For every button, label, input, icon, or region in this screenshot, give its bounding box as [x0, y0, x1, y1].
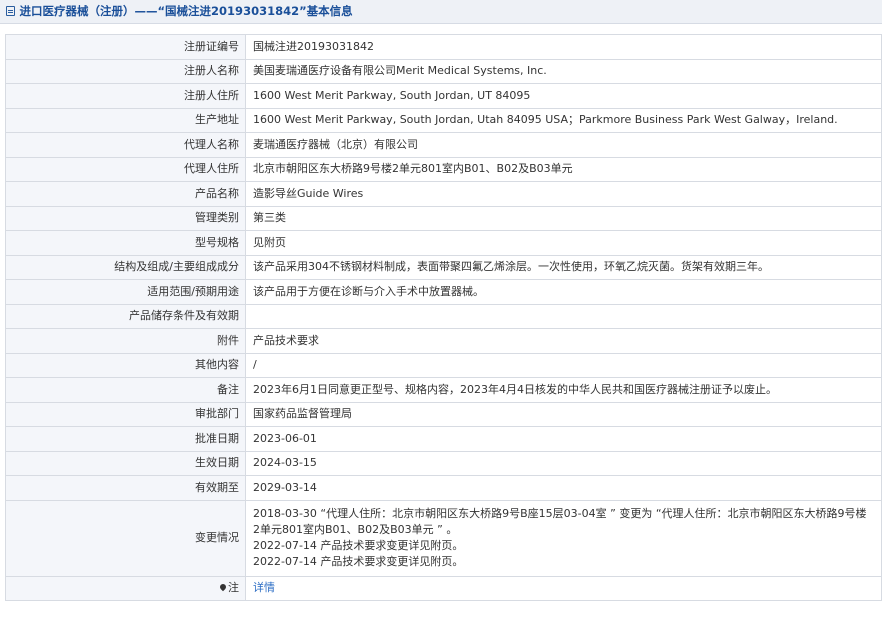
- row-label: 适用范围/预期用途: [5, 279, 246, 305]
- change-history-entry: 2022-07-14 产品技术要求变更详见附页。: [253, 555, 464, 568]
- row-value: 美国麦瑞通医疗设备有限公司Merit Medical Systems, Inc.: [245, 58, 882, 84]
- row-label: 型号规格: [5, 230, 246, 256]
- page-title-bar: 进口医疗器械（注册）——“国械注进20193031842”基本信息: [0, 0, 882, 24]
- row-label: 代理人名称: [5, 132, 246, 158]
- table-row: 有效期至 2029-03-14: [5, 475, 882, 501]
- table-row: 产品名称 造影导丝Guide Wires: [5, 181, 882, 207]
- row-value: 2023-06-01: [245, 426, 882, 452]
- row-label: 变更情况: [5, 499, 246, 577]
- table-row: 结构及组成/主要组成成分 该产品采用304不锈钢材料制成，表面带聚四氟乙烯涂层。一…: [5, 254, 882, 280]
- table-row: 备注 2023年6月1日同意更正型号、规格内容，2023年4月4日核发的中华人民共…: [5, 377, 882, 403]
- table-row: 生产地址 1600 West Merit Parkway, South Jorda…: [5, 107, 882, 133]
- change-history-entry: 2022-07-14 产品技术要求变更详见附页。: [253, 539, 464, 552]
- row-value: 国家药品监督管理局: [245, 401, 882, 427]
- row-value: 麦瑞通医疗器械（北京）有限公司: [245, 132, 882, 158]
- row-label: 代理人住所: [5, 156, 246, 182]
- row-value: [245, 303, 882, 329]
- table-row-note: 注 详情: [5, 575, 882, 601]
- table-row: 审批部门 国家药品监督管理局: [5, 401, 882, 427]
- row-label: 其他内容: [5, 352, 246, 378]
- table-row: 附件 产品技术要求: [5, 328, 882, 354]
- table-row: 产品储存条件及有效期: [5, 303, 882, 329]
- table-row-change-history: 变更情况 2018-03-30 “代理人住所：北京市朝阳区东大桥路9号B座15层…: [5, 499, 882, 577]
- row-label: 产品储存条件及有效期: [5, 303, 246, 329]
- page-title: 进口医疗器械（注册）——“国械注进20193031842”基本信息: [19, 4, 353, 18]
- row-value: 见附页: [245, 230, 882, 256]
- row-value: 1600 West Merit Parkway, South Jordan, U…: [245, 83, 882, 109]
- change-history-cell: 2018-03-30 “代理人住所：北京市朝阳区东大桥路9号B座15层03-04…: [245, 499, 882, 577]
- table-row: 适用范围/预期用途 该产品用于方便在诊断与介入手术中放置器械。: [5, 279, 882, 305]
- table-row: 批准日期 2023-06-01: [5, 426, 882, 452]
- table-row: 注册人名称 美国麦瑞通医疗设备有限公司Merit Medical Systems,…: [5, 58, 882, 84]
- row-value: 2024-03-15: [245, 450, 882, 476]
- row-label: 注册人住所: [5, 83, 246, 109]
- table-row: 其他内容 /: [5, 352, 882, 378]
- table-row: 注册证编号 国械注进20193031842: [5, 34, 882, 60]
- row-value: 2029-03-14: [245, 475, 882, 501]
- row-value: 该产品用于方便在诊断与介入手术中放置器械。: [245, 279, 882, 305]
- row-label: 有效期至: [5, 475, 246, 501]
- row-label: 附件: [5, 328, 246, 354]
- row-label: 管理类别: [5, 205, 246, 231]
- row-label: 注册人名称: [5, 58, 246, 84]
- table-row: 管理类别 第三类: [5, 205, 882, 231]
- table-row: 型号规格 见附页: [5, 230, 882, 256]
- row-label: 审批部门: [5, 401, 246, 427]
- row-value: 第三类: [245, 205, 882, 231]
- row-label: 批准日期: [5, 426, 246, 452]
- pin-icon: [218, 583, 228, 592]
- row-value: 造影导丝Guide Wires: [245, 181, 882, 207]
- table-row: 代理人住所 北京市朝阳区东大桥路9号楼2单元801室内B01、B02及B03单元: [5, 156, 882, 182]
- basic-info-table: 注册证编号 国械注进20193031842 注册人名称 美国麦瑞通医疗设备有限公司Me…: [5, 34, 882, 601]
- row-label: 生效日期: [5, 450, 246, 476]
- row-label: 产品名称: [5, 181, 246, 207]
- table-row: 代理人名称 麦瑞通医疗器械（北京）有限公司: [5, 132, 882, 158]
- table-row: 生效日期 2024-03-15: [5, 450, 882, 476]
- row-label: 注: [228, 581, 239, 595]
- note-value-cell: 详情: [245, 575, 882, 601]
- row-value: 国械注进20193031842: [245, 34, 882, 60]
- row-value: 该产品采用304不锈钢材料制成，表面带聚四氟乙烯涂层。一次性使用，环氧乙烷灭菌。…: [245, 254, 882, 280]
- basic-info-body: 注册证编号 国械注进20193031842 注册人名称 美国麦瑞通医疗设备有限公司Me…: [5, 34, 882, 601]
- row-value: 北京市朝阳区东大桥路9号楼2单元801室内B01、B02及B03单元: [245, 156, 882, 182]
- row-label: 注册证编号: [5, 34, 246, 60]
- note-label-cell: 注: [5, 575, 246, 601]
- change-history-entry: 2018-03-30 “代理人住所：北京市朝阳区东大桥路9号B座15层03-04…: [253, 507, 867, 536]
- row-value: 2023年6月1日同意更正型号、规格内容，2023年4月4日核发的中华人民共和国…: [245, 377, 882, 403]
- row-label: 结构及组成/主要组成成分: [5, 254, 246, 280]
- row-value: /: [245, 352, 882, 378]
- row-value: 产品技术要求: [245, 328, 882, 354]
- document-icon: [6, 6, 15, 16]
- row-label: 备注: [5, 377, 246, 403]
- row-value: 1600 West Merit Parkway, South Jordan, U…: [245, 107, 882, 133]
- table-row: 注册人住所 1600 West Merit Parkway, South Jord…: [5, 83, 882, 109]
- details-link[interactable]: 详情: [253, 581, 275, 594]
- row-label: 生产地址: [5, 107, 246, 133]
